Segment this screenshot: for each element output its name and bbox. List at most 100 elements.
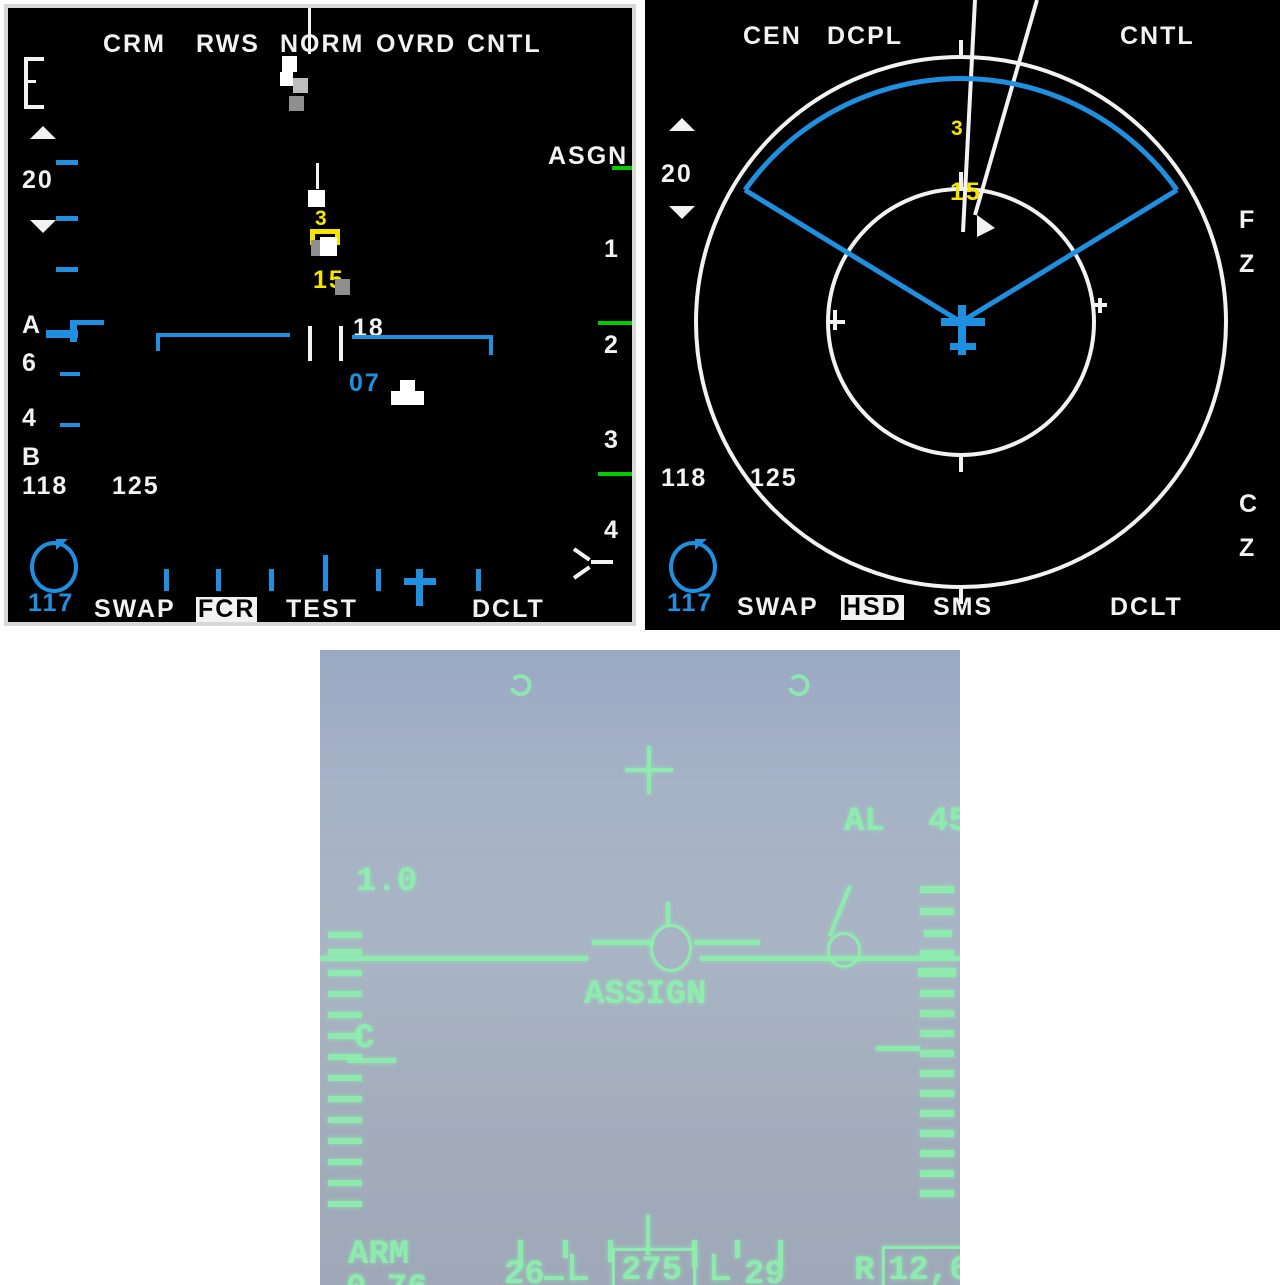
hud-heading-left: 26 [504, 1256, 545, 1285]
fcr-scale-tick [60, 372, 80, 376]
hsd-screen[interactable]: CEN DCPL CNTL 20 118 125 3 15 F Z C Z 11… [645, 0, 1280, 630]
fcr-scale-value-6: 6 [22, 349, 38, 377]
fcr-corner-bracket-mid [24, 80, 36, 83]
hsd-range-value: 118 [661, 464, 708, 492]
hsd-osb-dclt[interactable]: DCLT [1110, 595, 1183, 620]
hud-heading-bracket [712, 1276, 730, 1280]
fcr-target-stem [316, 163, 319, 189]
hsd-target-label-15: 15 [950, 178, 982, 206]
hsd-bullseye-pointer-icon [695, 539, 707, 550]
fcr-osb-2[interactable]: 2 [604, 333, 620, 358]
fcr-osb-1[interactable]: 1 [604, 237, 620, 262]
fcr-screen[interactable]: CRM RWS NORM OVRD CNTL 20 A 6 4 B 118 12… [8, 8, 632, 622]
hsd-range-setting: 20 [661, 160, 693, 188]
fcr-scale-value-4: 4 [22, 404, 38, 432]
hud-gun-cross-icon [625, 768, 673, 772]
hud-heading-dash [544, 1276, 564, 1280]
fcr-scale-tick [56, 267, 78, 272]
fcr-osb-ovrd[interactable]: OVRD [376, 32, 456, 57]
fcr-target-blip[interactable] [308, 190, 325, 207]
fcr-corner-bracket-side [24, 57, 28, 109]
fcr-y-symbol-icon [591, 560, 613, 564]
fcr-bottom-tick [269, 569, 274, 591]
fcr-bullseye-icon [30, 541, 78, 593]
fcr-bottom-tick [323, 555, 328, 591]
hud-master-arm: ARM [348, 1236, 410, 1274]
fcr-target-blip[interactable] [335, 279, 350, 295]
fcr-osb-norm[interactable]: NORM [280, 32, 364, 57]
hud-radar-alt-value: 12,60 [888, 1252, 960, 1285]
fcr-osb-dclt[interactable]: DCLT [472, 597, 545, 622]
fcr-centreline-left [308, 326, 312, 361]
hud-heading-bracket [570, 1276, 588, 1280]
hsd-osb-swap[interactable]: SWAP [737, 595, 819, 620]
hsd-osb-c[interactable]: C [1239, 492, 1259, 517]
fcr-azimuth-b-label: B [22, 443, 43, 471]
hud-altitude-value: 45 [928, 803, 960, 841]
fcr-centreline-right [339, 326, 343, 361]
fcr-azimuth-a-label: A [22, 311, 43, 339]
hud-heading-right: 29 [744, 1256, 785, 1285]
fcr-target-altitude-3: 3 [315, 207, 329, 230]
hud-horizon-line-centre-left [592, 940, 654, 945]
fcr-osb-swap[interactable]: SWAP [94, 597, 176, 622]
hud-radar-alt-prefix: R [854, 1252, 875, 1285]
fcr-osb-crm[interactable]: CRM [103, 32, 166, 57]
hsd-up-caret-icon[interactable] [669, 118, 695, 131]
fcr-asec-bar-left [156, 333, 290, 337]
hud-mach: 0.76 [346, 1272, 428, 1285]
target-designator-arc-left [510, 674, 532, 697]
hsd-down-caret-icon[interactable] [669, 206, 695, 219]
fcr-bottom-tick [164, 569, 169, 591]
fcr-assign-tick [598, 472, 632, 476]
fcr-bogey-altitude-07: 07 [349, 369, 381, 397]
fcr-bottom-tick [476, 569, 481, 591]
fcr-radar-blip[interactable] [293, 78, 308, 93]
fcr-asec-tick-right [489, 335, 493, 355]
hsd-bullseye-range: 117 [667, 589, 714, 617]
hsd-osb-sms[interactable]: SMS [933, 595, 993, 620]
hud-heading-current: 275 [621, 1252, 683, 1285]
fcr-bullseye-range: 117 [28, 589, 75, 617]
fcr-radar-blip[interactable] [282, 56, 297, 72]
fcr-bullseye-bearing: 125 [112, 472, 160, 500]
fcr-y-symbol-icon [572, 565, 591, 580]
fcr-osb-fcr[interactable]: FCR [196, 597, 258, 622]
fcr-osb-3[interactable]: 3 [604, 428, 620, 453]
target-designator-arc-right [788, 674, 810, 697]
hud-g-load: 1.0 [356, 863, 418, 901]
hsd-osb-z2[interactable]: Z [1239, 536, 1256, 561]
fcr-bottom-tick [216, 569, 221, 591]
fcr-bogey-symbol[interactable] [391, 391, 424, 405]
fcr-osb-cntl[interactable]: CNTL [467, 32, 542, 57]
hsd-osb-hsd[interactable]: HSD [841, 595, 904, 620]
fcr-target-blip[interactable] [320, 237, 337, 256]
hud-panel[interactable]: AL 45 1.0 ASSIGN C 26 275 29 ARM R 12,6 [320, 650, 960, 1285]
hud-flight-path-marker-icon [666, 902, 670, 926]
fcr-assign-tick [612, 166, 632, 170]
hsd-target-label-3: 3 [951, 117, 965, 140]
fcr-scan-line [308, 8, 311, 54]
hsd-bullseye-bearing: 125 [750, 464, 798, 492]
fcr-down-caret-icon [30, 220, 56, 233]
hsd-osb-z1[interactable]: Z [1239, 252, 1256, 277]
fcr-osb-rws[interactable]: RWS [196, 32, 260, 57]
fcr-assign-tick [598, 321, 632, 325]
fcr-osb-4[interactable]: 4 [604, 518, 620, 543]
fcr-scale-tick [56, 160, 78, 165]
hud-horizon-line-centre-right [694, 940, 760, 945]
hud-target-locator-icon [827, 932, 861, 968]
fcr-mfd-panel[interactable]: CRM RWS NORM OVRD CNTL 20 A 6 4 B 118 12… [4, 4, 636, 626]
fcr-scale-tick [60, 423, 80, 427]
fcr-osb-test[interactable]: TEST [286, 597, 358, 622]
hud-mode-text: ASSIGN [584, 976, 707, 1014]
fcr-asec-tick-left [156, 333, 160, 351]
hsd-mfd-panel[interactable]: CEN DCPL CNTL 20 118 125 3 15 F Z C Z 11… [645, 0, 1280, 630]
fcr-radar-blip[interactable] [280, 72, 293, 86]
fcr-bottom-cursor [404, 578, 436, 585]
fcr-radar-blip[interactable] [289, 96, 304, 111]
fcr-corner-bracket-bottom [24, 105, 44, 109]
hsd-bullseye-icon [669, 541, 717, 593]
hsd-osb-f[interactable]: F [1239, 208, 1256, 233]
hud-symbology-layer [510, 674, 810, 697]
